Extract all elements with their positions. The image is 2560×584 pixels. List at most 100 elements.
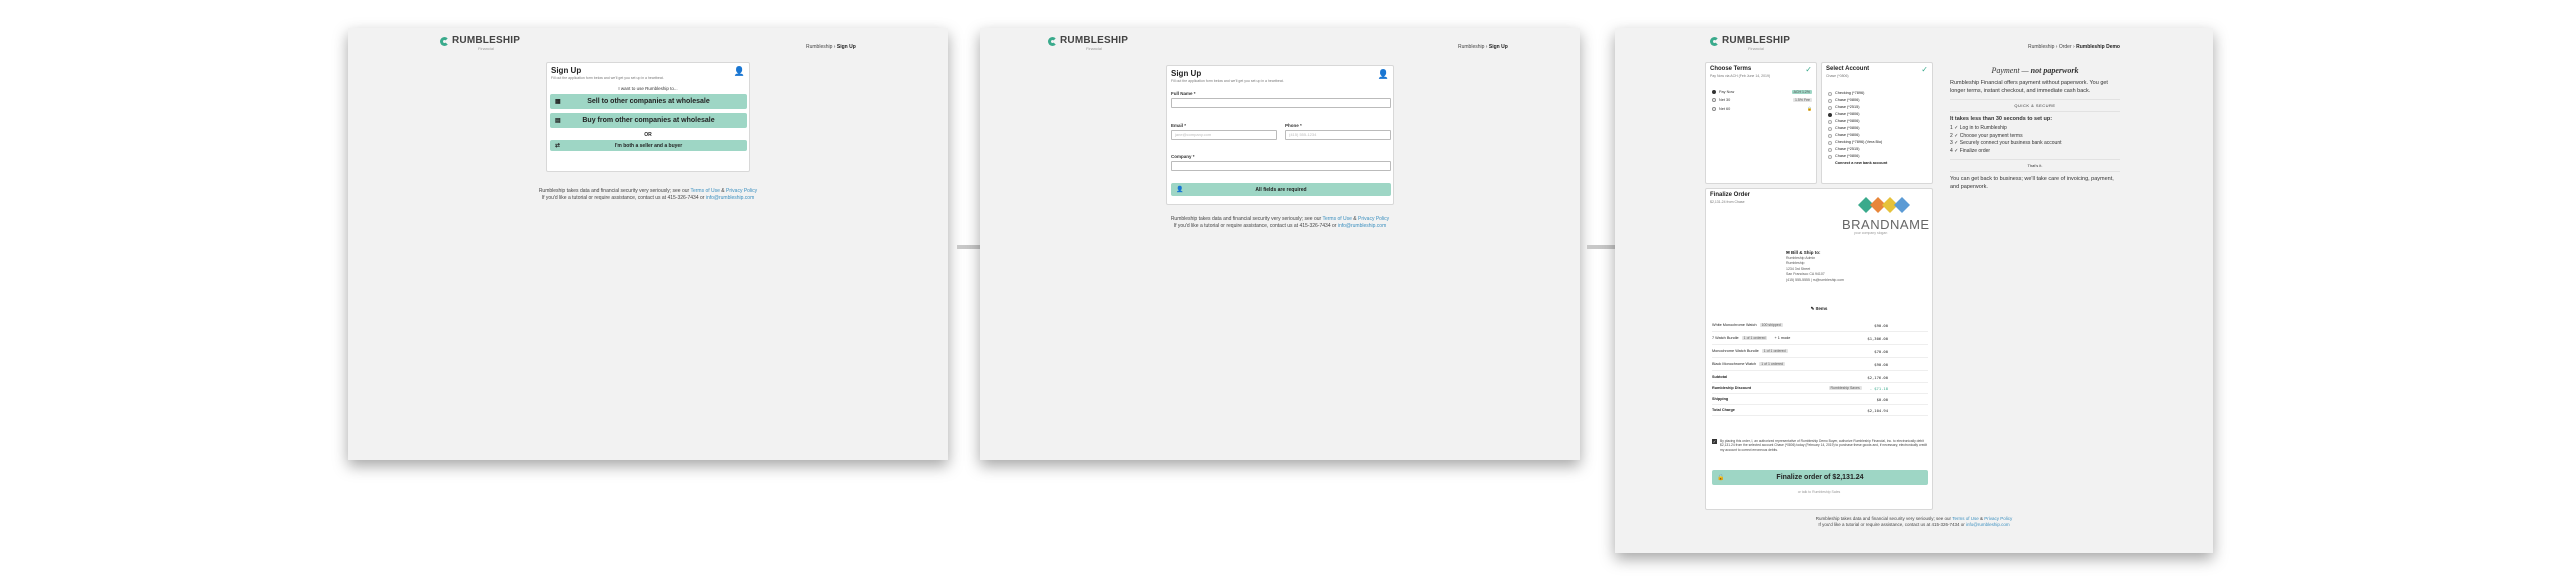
rumbleship-logo[interactable]: RUMBLESHIP Financial [440,36,520,51]
term-option-net30[interactable]: Net 30 1.5% Fee [1712,98,1812,102]
full-name-label: Full Name * [1171,91,1196,96]
radio-icon [1828,98,1832,103]
radio-icon [1712,98,1716,102]
steps-list: 1 ✓ Log in to Rumbleship 2 ✓ Choose your… [1950,125,2120,155]
terms-card: Choose Terms Pay Now via ACH (Feb June 1… [1705,62,1817,184]
submit-button[interactable]: 👤 All fields are required [1171,183,1391,196]
account-option[interactable]: Checking (*7896) (Vera Bio) [1828,139,1928,146]
logo-subtitle: Financial [1748,46,1765,51]
consent-checkbox[interactable]: ✓ [1712,439,1717,444]
or-divider: OR [644,132,652,138]
account-option[interactable]: Chase (*0806) [1828,125,1928,132]
account-option[interactable]: Chase (*2515) [1828,146,1928,153]
account-option[interactable]: Chase (*0806) [1828,97,1928,104]
radio-icon [1828,133,1832,138]
divider [1950,159,2120,160]
add-user-icon: 👤 [1176,187,1184,193]
check-icon: ✓ [1921,65,1928,74]
add-user-icon: 👤 [1377,69,1389,79]
logo-wordmark: RUMBLESHIP [1060,35,1129,46]
company-field[interactable] [1171,161,1391,171]
item-row: 7 Watch Bundle 1 of 1 ordered + 1 mode $1,3… [1712,332,1928,345]
both-button[interactable]: ⇄ I'm both a seller and a buyer [550,140,747,151]
step-label: Log in to Rumbleship [1959,125,2007,131]
rumbleship-logo[interactable]: RUMBLESHIP Financial [1048,35,1129,51]
pitch-title-b: not paperwork [2030,66,2079,75]
term-option-paynow[interactable]: Pay Now ACH 1.2% [1712,90,1812,94]
sell-button[interactable]: ▦ Sell to other companies at wholesale [550,94,747,109]
store-icon: ▦ [555,99,561,105]
email-link[interactable]: info@rumbleship.com [1966,522,2010,527]
bill-icon: ✉ [1786,250,1790,255]
account-subtitle: Chase (*0806) [1826,74,1849,78]
quick-secure-heading: QUICK & SECURE [2014,103,2056,108]
breadcrumb: Rumbleship › Order › Rumbleship Demo [2028,44,2120,50]
brand-logo-icon [1858,197,1910,213]
total-label: Total Charge [1712,408,1735,412]
email-link[interactable]: info@rumbleship.com [1338,223,1386,229]
radio-selected-icon [1712,90,1716,94]
footer: Rumbleship takes data and financial secu… [1615,516,2213,528]
breadcrumb-current: Sign Up [836,44,856,50]
phone-field[interactable]: (415) 555-1234 [1285,130,1391,140]
breadcrumb-root[interactable]: Rumbleship [806,44,832,50]
breadcrumb-root[interactable]: Rumbleship [2028,44,2054,50]
breadcrumb-root[interactable]: Rumbleship [1458,44,1484,50]
email-label: Email * [1171,123,1187,128]
footer-contact-text: If you'd like a tutorial or require assi… [541,195,706,201]
buy-button[interactable]: ▤ Buy from other companies at wholesale [550,113,747,128]
bill-line: (415) 555-5555 | rs@rumbleship.com [1786,277,1844,282]
sell-button-label: Sell to other companies at wholesale [587,98,710,105]
item-name: Monochrome Watch Bundle [1712,349,1759,353]
finalize-title: Finalize Order [1710,192,1751,198]
divider [1950,99,2120,100]
account-option[interactable]: Connect a new bank account [1828,160,1928,167]
account-card: Select Account Chase (*0806) ✓ Checking … [1821,62,1933,184]
check-icon: ✓ [1805,65,1812,74]
lock-icon: 🔒 [1717,475,1725,481]
brand-tagline: your company slogan [1854,231,1888,235]
privacy-link[interactable]: Privacy Policy [1358,216,1389,222]
terms-link[interactable]: Terms of Use [690,188,719,194]
breadcrumb-mid: › Order › [2054,44,2077,50]
total-value: $2,176.00 [1867,374,1888,380]
account-list: Checking (*7896) Chase (*0806) Chase (*251… [1828,90,1928,167]
logo-icon [1048,36,1057,46]
term-option-net60[interactable]: Net 60 🔒 [1712,106,1812,111]
terms-link[interactable]: Terms of Use [1952,516,1979,521]
logo-subtitle: Financial [478,46,495,51]
terms-link[interactable]: Terms of Use [1322,216,1351,222]
divider [1950,111,2120,112]
privacy-link[interactable]: Privacy Policy [1984,516,2012,521]
radio-icon [1712,106,1716,111]
logo-icon [440,36,449,46]
company-label: Company * [1171,154,1195,159]
radio-icon [1828,119,1832,124]
email-link[interactable]: info@rumbleship.com [706,195,754,201]
account-option[interactable]: Chase (*2515) [1828,104,1928,111]
sales-link[interactable]: or talk to Rumbleship Sales [1706,490,1932,494]
totals-table: Subtotal $2,176.00 Rumbleship Discount Rumb… [1712,372,1928,416]
finalize-button-label: Finalize order of $2,131.24 [1776,474,1864,481]
full-name-field[interactable] [1171,98,1391,108]
account-option[interactable]: Checking (*7896) [1828,90,1928,97]
email-field[interactable]: jane@company.com [1171,130,1277,140]
account-option[interactable]: Chase (*0806) [1828,111,1928,118]
card-subtitle: Fill out the application form below and … [551,76,664,80]
check-icon: ✓ [1954,125,1959,131]
brand-name: BRANDNAME [1842,217,1930,232]
account-option[interactable]: Chase (*0806) [1828,118,1928,125]
screen-signup-form: RUMBLESHIP Financial Rumbleship › Sign U… [980,28,1580,460]
screen-checkout: RUMBLESHIP Financial Rumbleship › Order … [1615,28,2213,553]
check-icon: ✓ [1954,140,1959,146]
rumbleship-logo[interactable]: RUMBLESHIP Financial [1710,36,1790,51]
privacy-link[interactable]: Privacy Policy [726,188,757,194]
step-item: 1 ✓ Log in to Rumbleship [1950,125,2007,131]
account-option[interactable]: Chase (*0806) [1828,153,1928,160]
finalize-button[interactable]: 🔒 Finalize order of $2,131.24 [1712,470,1928,485]
term-label: Net 60 [1719,106,1731,111]
items-header: ✎ Items [1706,306,1932,312]
step-item: 3 ✓ Securely connect your business bank … [1950,140,2062,146]
term-label: Net 30 [1719,98,1731,102]
account-option[interactable]: Chase (*0806) [1828,132,1928,139]
